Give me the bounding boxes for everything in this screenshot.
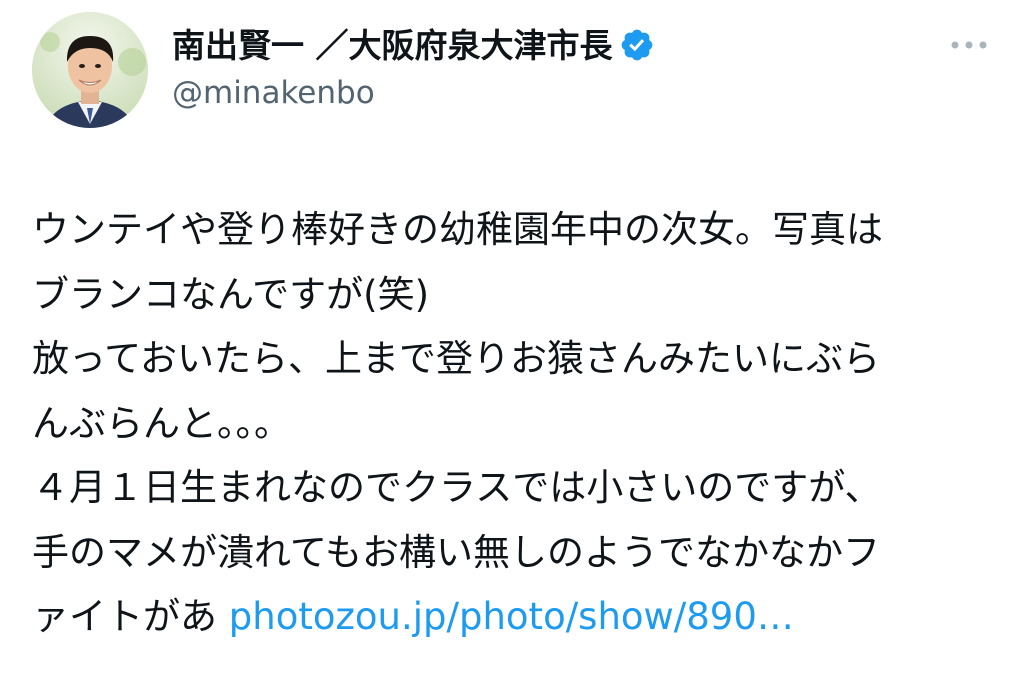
- tweet-text-line: ウンテイや登り棒好きの幼稚園年中の次女。写真は: [32, 208, 883, 251]
- tweet-text-line: ４月１日生まれなのでクラスでは小さいのですが、: [32, 466, 882, 509]
- avatar-image: [32, 12, 148, 128]
- tweet-text-line: んぶらんと。。。: [32, 401, 291, 445]
- more-options-icon: [951, 41, 987, 49]
- author-handle[interactable]: @minakenbo: [172, 72, 375, 114]
- tweet-text-line: ブランコなんですが(笑): [32, 272, 430, 316]
- tweet-text: ウンテイや登り棒好きの幼稚園年中の次女。写真は ブランコなんですが(笑) 放って…: [32, 198, 1002, 650]
- avatar[interactable]: [32, 12, 148, 128]
- tweet-card: 南出賢一 ／大阪府泉大津市長 @minakenbo ウンテイや登り棒好きの幼稚園…: [0, 0, 1024, 677]
- author-name-row[interactable]: 南出賢一 ／大阪府泉大津市長: [172, 24, 655, 68]
- verified-badge-icon: [621, 29, 652, 61]
- tweet-text-line: 放っておいたら、上まで登りお猿さんみたいにぶら: [32, 337, 881, 380]
- more-options-button[interactable]: [946, 30, 992, 60]
- photo-link[interactable]: photozou.jp/photo/show/890…: [229, 595, 794, 638]
- author-name[interactable]: 南出賢一 ／大阪府泉大津市長: [172, 26, 613, 65]
- tweet-text-tail: ァイトがあ: [32, 595, 229, 638]
- tweet-text-line: 手のマメが潰れてもお構い無しのようでなかなかフ: [32, 530, 881, 574]
- tweet-text-last-line: ァイトがあ photozou.jp/photo/show/890…: [32, 585, 1002, 650]
